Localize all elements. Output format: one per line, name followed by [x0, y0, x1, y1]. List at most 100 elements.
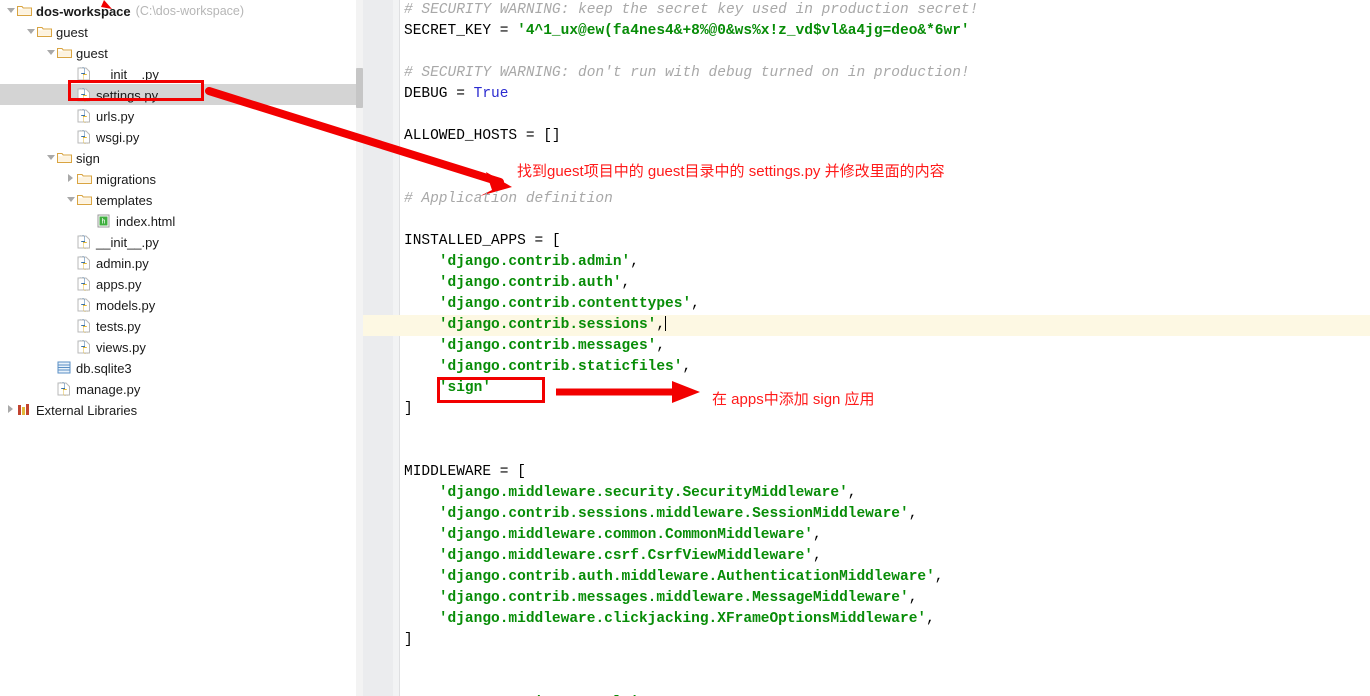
chevron-right-icon[interactable] [66, 168, 77, 189]
twisty-placeholder [46, 378, 57, 399]
tree-row-apps-py[interactable]: apps.py [0, 273, 363, 294]
code-line[interactable]: 'django.contrib.auth', [400, 273, 1370, 294]
chevron-down-icon[interactable] [46, 42, 57, 63]
code-line[interactable]: # SECURITY WARNING: don't run with debug… [400, 63, 1370, 84]
code-token: SECRET_KEY = [404, 23, 518, 39]
tree-row-templates[interactable]: templates [0, 189, 363, 210]
tree-item-label: urls.py [96, 109, 135, 125]
python-file-icon [77, 231, 92, 252]
code-comment: # Application definition [404, 191, 613, 207]
code-line[interactable]: ] [400, 630, 1370, 651]
code-keyword: True [473, 86, 509, 102]
python-file-icon [77, 294, 92, 315]
code-line[interactable] [400, 105, 1370, 126]
tree-row-sign[interactable]: sign [0, 147, 363, 168]
svg-text:h: h [101, 218, 105, 226]
twisty-placeholder [66, 336, 77, 357]
tree-item-label: db.sqlite3 [76, 361, 132, 377]
tree-row-external-libraries[interactable]: External Libraries [0, 399, 363, 420]
folder-icon [77, 168, 92, 189]
code-line[interactable] [400, 441, 1370, 462]
tree-row-root[interactable]: dos-workspace (C:\dos-workspace) [0, 0, 363, 21]
tree-row-index-html[interactable]: h index.html [0, 210, 363, 231]
chevron-down-icon[interactable] [26, 21, 37, 42]
code-line[interactable]: 'django.middleware.security.SecurityMidd… [400, 483, 1370, 504]
code-line[interactable] [400, 147, 1370, 168]
code-line[interactable]: # SECURITY WARNING: keep the secret key … [400, 0, 1370, 21]
workspace-path-note: (C:\dos-workspace) [135, 4, 245, 18]
code-comment: # SECURITY WARNING: keep the secret key … [404, 2, 979, 18]
code-line[interactable] [400, 420, 1370, 441]
code-line[interactable]: 'django.contrib.sessions.middleware.Sess… [400, 504, 1370, 525]
code-string: 'django.contrib.admin' [438, 254, 631, 270]
code-line[interactable]: 'django.middleware.clickjacking.XFrameOp… [400, 609, 1370, 630]
tree-row-tests-py[interactable]: tests.py [0, 315, 363, 336]
code-token: ALLOWED_HOSTS = [] [404, 128, 561, 144]
tree-row-guest[interactable]: guest [0, 42, 363, 63]
code-line[interactable]: # Application definition [400, 189, 1370, 210]
project-tree-panel[interactable]: dos-workspace (C:\dos-workspace) guest gues… [0, 0, 363, 696]
code-token: , [812, 548, 822, 564]
code-token: ] [404, 632, 413, 648]
code-string: 'django.middleware.csrf.CsrfViewMiddlewa… [438, 548, 813, 564]
code-string: 'django.middleware.security.SecurityMidd… [438, 485, 848, 501]
code-line[interactable]: 'django.contrib.messages', [400, 336, 1370, 357]
code-text-area[interactable]: # SECURITY WARNING: keep the secret key … [400, 0, 1370, 696]
tree-row-db-sqlite3[interactable]: db.sqlite3 [0, 357, 363, 378]
tree-row-models-py[interactable]: models.py [0, 294, 363, 315]
tree-row-views-py[interactable]: views.py [0, 336, 363, 357]
code-string: '4^1_ux@ew(fa4nes4&+8%@0&ws%x!z_vd$vl&a4… [517, 23, 970, 39]
code-line[interactable]: 'django.contrib.messages.middleware.Mess… [400, 588, 1370, 609]
code-line[interactable]: 'django.middleware.csrf.CsrfViewMiddlewa… [400, 546, 1370, 567]
chevron-down-icon[interactable] [6, 0, 17, 21]
code-line[interactable]: 'django.contrib.auth.middleware.Authenti… [400, 567, 1370, 588]
html-file-icon: h [97, 210, 112, 231]
tree-item-label: apps.py [96, 277, 142, 293]
tree-item-label: tests.py [96, 319, 141, 335]
chevron-right-icon[interactable] [6, 399, 17, 420]
chevron-down-icon[interactable] [46, 147, 57, 168]
tree-row-migrations[interactable]: migrations [0, 168, 363, 189]
code-token: DEBUG = [404, 86, 474, 102]
tree-row-wsgi-py[interactable]: wsgi.py [0, 126, 363, 147]
code-line[interactable]: 'django.contrib.sessions', [400, 315, 1370, 336]
tree-item-label: index.html [116, 214, 176, 230]
code-line[interactable] [400, 651, 1370, 672]
code-token: INSTALLED_APPS = [ [404, 233, 561, 249]
code-line[interactable]: MIDDLEWARE = [ [400, 462, 1370, 483]
tree-item-label: wsgi.py [96, 130, 140, 146]
code-line[interactable]: 'django.contrib.staticfiles', [400, 357, 1370, 378]
python-file-icon [77, 273, 92, 294]
code-line[interactable] [400, 42, 1370, 63]
folder-icon [17, 0, 32, 21]
code-line[interactable] [400, 168, 1370, 189]
tree-item-label: dos-workspace [36, 4, 131, 20]
tree-row-urls-py[interactable]: urls.py [0, 105, 363, 126]
code-string: 'django.contrib.sessions.middleware.Sess… [438, 506, 909, 522]
code-line[interactable]: 'django.contrib.admin', [400, 252, 1370, 273]
twisty-placeholder [66, 273, 77, 294]
code-line[interactable]: 'django.middleware.common.CommonMiddlewa… [400, 525, 1370, 546]
tree-row-guest[interactable]: guest [0, 21, 363, 42]
code-line[interactable]: 'sign' [400, 378, 1370, 399]
code-line[interactable] [400, 672, 1370, 693]
code-line[interactable]: ALLOWED_HOSTS = [] [400, 126, 1370, 147]
code-string: 'django.contrib.auth.middleware.Authenti… [438, 569, 935, 585]
code-line[interactable]: 'django.contrib.contenttypes', [400, 294, 1370, 315]
tree-row-manage-py[interactable]: manage.py [0, 378, 363, 399]
code-token: , [812, 527, 822, 543]
code-line[interactable]: DEBUG = True [400, 84, 1370, 105]
code-token: , [691, 296, 700, 312]
code-editor[interactable]: # SECURITY WARNING: keep the secret key … [363, 0, 1370, 696]
code-line[interactable]: INSTALLED_APPS = [ [400, 231, 1370, 252]
code-line[interactable] [400, 210, 1370, 231]
tree-scrollbar-thumb[interactable] [356, 68, 363, 108]
tree-item-label: templates [96, 193, 153, 209]
code-line[interactable]: ] [400, 399, 1370, 420]
tree-row-admin-py[interactable]: admin.py [0, 252, 363, 273]
chevron-down-icon[interactable] [66, 189, 77, 210]
code-line[interactable]: SECRET_KEY = '4^1_ux@ew(fa4nes4&+8%@0&ws… [400, 21, 1370, 42]
tree-item-label: views.py [96, 340, 146, 356]
tree-row---init---py[interactable]: __init__.py [0, 231, 363, 252]
